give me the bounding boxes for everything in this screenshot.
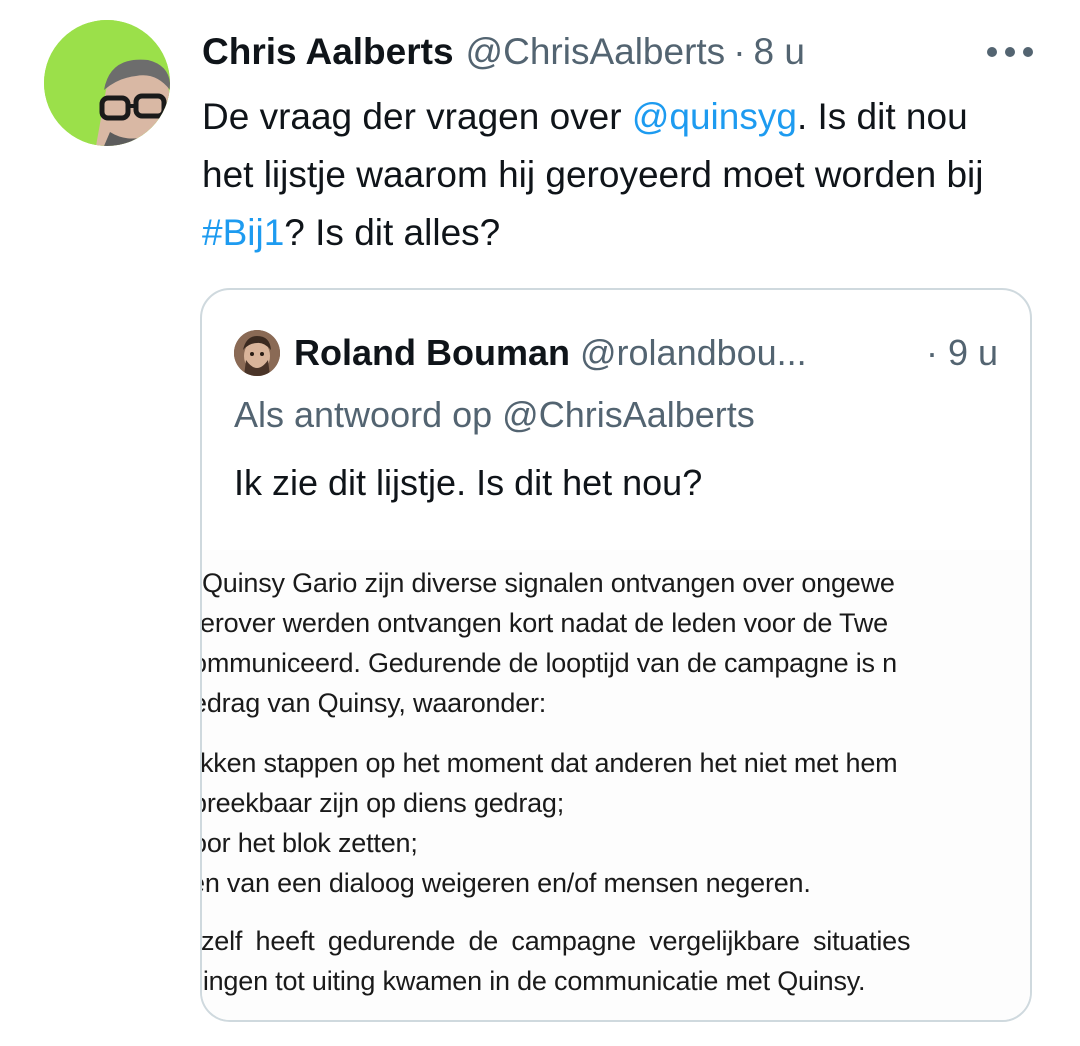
document-line: oor het blok zetten; — [202, 828, 418, 858]
quoted-tweet-timestamp: · 9 u — [925, 332, 998, 373]
document-line: en van een dialoog weigeren en/of mensen… — [202, 868, 811, 898]
document-line: Quinsy Gario zijn diverse signalen ontva… — [202, 568, 895, 598]
quoted-author-handle: @rolandbou... — [580, 332, 807, 373]
tweet-timestamp[interactable]: 8 u — [754, 31, 805, 73]
reply-context: Als antwoord op @ChrisAalberts — [234, 394, 755, 435]
document-line: ommuniceerd. Gedurende de looptijd van d… — [202, 648, 897, 678]
avatar-photo — [44, 20, 170, 146]
more-options-button[interactable] — [980, 34, 1040, 70]
quoted-tweet-header: Roland Bouman @rolandbou... · 9 u — [234, 330, 1002, 376]
document-line: kken stappen op het moment dat anderen h… — [202, 748, 898, 778]
document-line: ningen tot uiting kwamen in de communica… — [202, 966, 866, 996]
author-avatar[interactable] — [44, 20, 170, 146]
author-name[interactable]: Chris Aalberts — [202, 31, 454, 73]
tweet-text: De vraag der vragen over @quinsyg. Is di… — [202, 88, 1022, 262]
quoted-tweet-text: Ik zie dit lijstje. Is dit het nou? — [234, 462, 703, 503]
tweet-text-part: De vraag der vragen over — [202, 96, 632, 137]
tweet-text-part: ? Is dit alles? — [284, 212, 501, 253]
author-handle[interactable]: @ChrisAalberts — [466, 31, 726, 73]
document-line: zelf heeft gedurende de campagne vergeli… — [202, 926, 911, 956]
quoted-tweet-media-image[interactable]: Quinsy Gario zijn diverse signalen ontva… — [202, 550, 1030, 1020]
document-line: erover werden ontvangen kort nadat de le… — [202, 608, 888, 638]
quoted-author-avatar[interactable] — [234, 330, 280, 376]
document-line: preekbaar zijn op diens gedrag; — [202, 788, 565, 818]
separator-dot: · — [733, 31, 746, 72]
avatar-photo — [234, 330, 280, 376]
mention-link[interactable]: @quinsyg — [632, 96, 797, 137]
more-horizontal-icon — [987, 47, 1033, 57]
hashtag-link[interactable]: #Bij1 — [202, 212, 284, 253]
tweet-header: Chris Aalberts @ChrisAalberts · 8 u — [202, 26, 1040, 78]
quoted-author-name: Roland Bouman — [294, 332, 570, 373]
quoted-tweet-card[interactable]: Roland Bouman @rolandbou... · 9 u Als an… — [200, 288, 1032, 1022]
document-line: edrag van Quinsy, waaronder: — [202, 688, 547, 718]
